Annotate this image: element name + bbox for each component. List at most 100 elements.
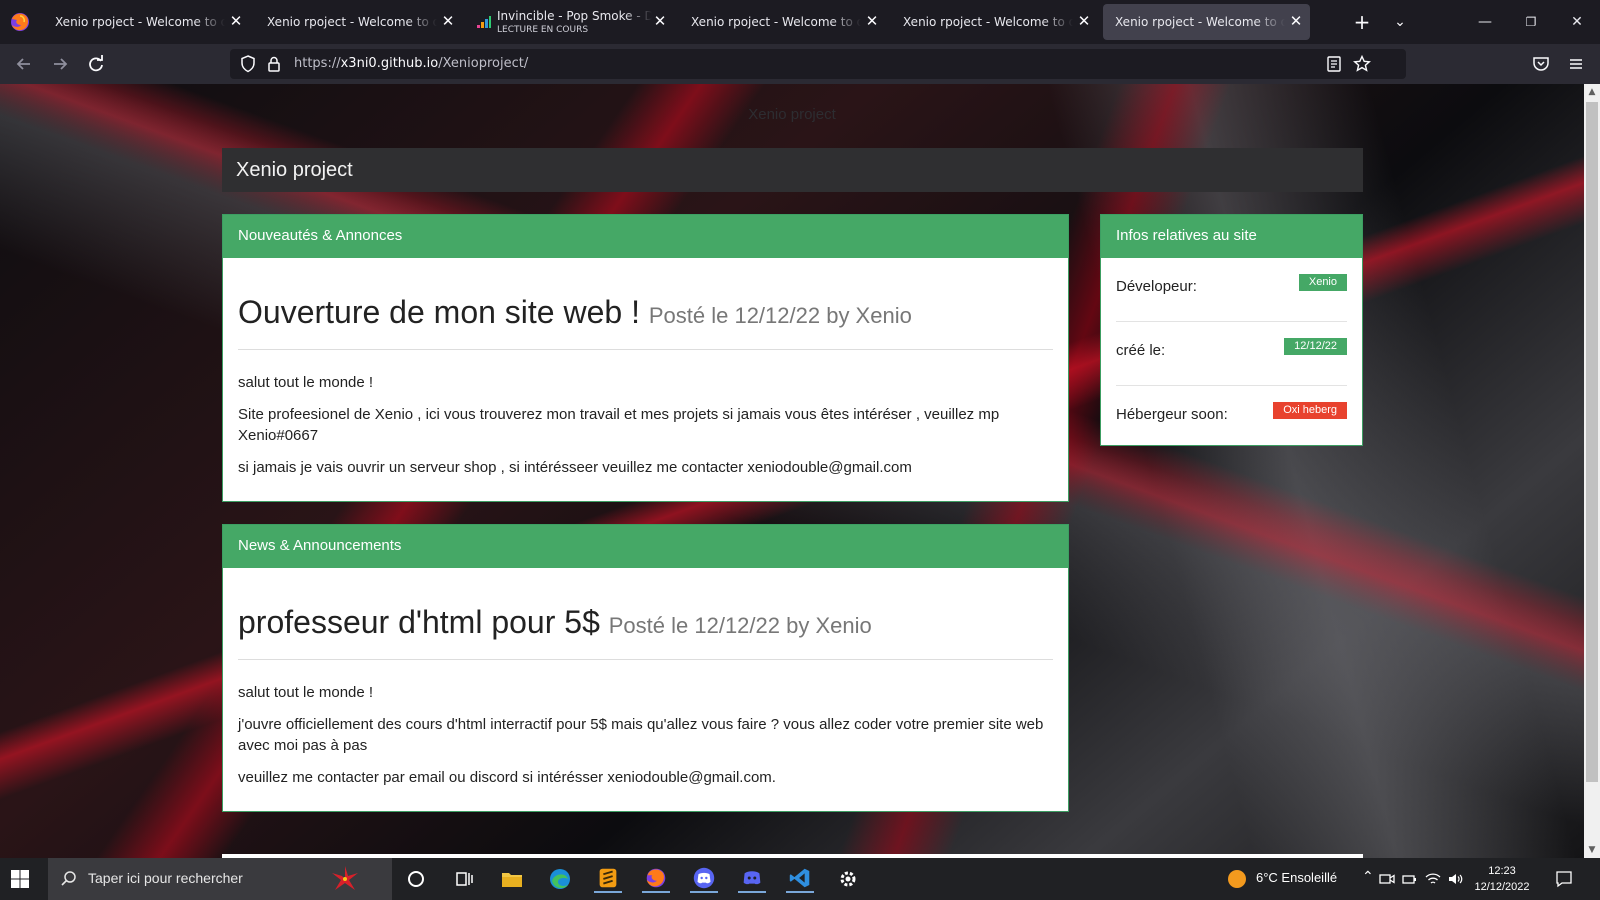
tab-xenio-3[interactable]: Xenio rpoject - Welcome to our site ✕ bbox=[679, 4, 886, 40]
post-paragraph: salut tout le monde ! bbox=[238, 374, 374, 391]
minimize-icon[interactable]: — bbox=[1462, 8, 1508, 36]
site-info-panel: Infos relatives au site Dévelopeur: Xeni… bbox=[1100, 214, 1363, 446]
post-paragraph: salut tout le monde ! bbox=[238, 684, 374, 701]
poinsettia-icon bbox=[332, 866, 358, 890]
info-label: Dévelopeur: bbox=[1116, 278, 1197, 295]
host-badge: Oxi heberg bbox=[1273, 402, 1347, 419]
search-icon bbox=[61, 871, 76, 886]
post-title: professeur d'html pour 5$ Posté le 12/12… bbox=[238, 604, 1053, 641]
background-site-title: Xenio project bbox=[748, 106, 836, 123]
close-icon[interactable]: ✕ bbox=[864, 13, 880, 29]
forward-icon[interactable] bbox=[46, 50, 74, 78]
close-icon[interactable]: ✕ bbox=[440, 13, 456, 29]
tab-title: Xenio rpoject - Welcome to our site bbox=[55, 15, 225, 29]
announcements-panel-en: News & Announcements professeur d'html p… bbox=[222, 524, 1069, 812]
lock-icon[interactable] bbox=[264, 54, 284, 74]
cortana-icon[interactable] bbox=[402, 865, 430, 893]
post-paragraph: Site profeesionel de Xenio , ici vous tr… bbox=[238, 406, 1000, 444]
panel-heading: News & Announcements bbox=[223, 525, 1068, 568]
panel-heading: Nouveautés & Annonces bbox=[223, 215, 1068, 258]
url-scheme: https:// bbox=[294, 56, 341, 71]
new-tab-icon[interactable]: + bbox=[1350, 10, 1374, 34]
firefox-taskbar-icon[interactable] bbox=[642, 865, 670, 893]
settings-gear-icon[interactable] bbox=[834, 865, 862, 893]
wifi-icon[interactable] bbox=[1424, 870, 1442, 888]
post-paragraph: j'ouvre officiellement des cours d'html … bbox=[238, 716, 1044, 754]
info-row-host: Hébergeur soon: Oxi heberg bbox=[1116, 386, 1347, 450]
tray-chevron-up-icon[interactable]: ⌃ bbox=[1362, 868, 1374, 885]
tab-audio-status: LECTURE EN COURS bbox=[497, 25, 589, 35]
restore-icon[interactable]: ❐ bbox=[1508, 8, 1554, 36]
announcements-panel-fr: Nouveautés & Annonces Ouverture de mon s… bbox=[222, 214, 1069, 502]
address-bar[interactable]: https://x3ni0.github.io/Xenioproject/ bbox=[230, 49, 1406, 79]
close-icon[interactable]: ✕ bbox=[1076, 13, 1092, 29]
info-row-developer: Dévelopeur: Xenio bbox=[1116, 258, 1347, 322]
taskbar-search-box[interactable]: Taper ici pour rechercher bbox=[48, 858, 392, 900]
deezer-icon bbox=[477, 16, 491, 28]
tracking-shield-icon[interactable] bbox=[238, 54, 258, 74]
bookmark-star-icon[interactable] bbox=[1352, 54, 1372, 74]
scrollbar-thumb[interactable] bbox=[1586, 102, 1598, 782]
developer-badge: Xenio bbox=[1298, 274, 1347, 291]
site-header: Xenio project bbox=[222, 148, 1363, 192]
file-explorer-icon[interactable] bbox=[498, 865, 526, 893]
firefox-icon[interactable] bbox=[8, 10, 32, 34]
tab-xenio-active[interactable]: Xenio rpoject - Welcome to our site ✕ bbox=[1103, 4, 1310, 40]
scroll-up-icon[interactable]: ▲ bbox=[1584, 84, 1600, 100]
reader-view-icon[interactable] bbox=[1324, 54, 1344, 74]
tab-title: Xenio rpoject - Welcome to our site bbox=[267, 15, 437, 29]
info-label: Hébergeur soon: bbox=[1116, 406, 1228, 423]
scroll-down-icon[interactable]: ▼ bbox=[1584, 842, 1600, 858]
page-viewport: Xenio project Xenio project Nouveautés &… bbox=[0, 84, 1584, 858]
panel-heading: Infos relatives au site bbox=[1101, 215, 1362, 258]
tab-title: Xenio rpoject - Welcome to our site bbox=[903, 15, 1073, 29]
tab-deezer[interactable]: Invincible - Pop Smoke - Deezer LECTURE … bbox=[467, 4, 674, 40]
url-path: /Xenioproject/ bbox=[438, 56, 529, 71]
close-icon[interactable]: ✕ bbox=[652, 13, 668, 29]
clock-time: 12:23 bbox=[1488, 865, 1516, 877]
back-icon[interactable] bbox=[10, 50, 38, 78]
discord-ptb-icon[interactable] bbox=[690, 865, 718, 893]
post-title: Ouverture de mon site web ! Posté le 12/… bbox=[238, 294, 1053, 331]
reload-icon[interactable] bbox=[82, 50, 110, 78]
url-host: x3ni0.github.io bbox=[340, 56, 439, 71]
post-divider bbox=[238, 349, 1053, 350]
post-divider bbox=[238, 659, 1053, 660]
window-close-icon[interactable]: ✕ bbox=[1554, 8, 1600, 36]
navigation-toolbar: https://x3ni0.github.io/Xenioproject/ bbox=[0, 44, 1600, 84]
close-icon[interactable]: ✕ bbox=[1288, 13, 1304, 29]
task-view-icon[interactable] bbox=[450, 865, 478, 893]
post-title-text: Ouverture de mon site web ! bbox=[238, 294, 640, 330]
tab-list-chevron-icon[interactable]: ⌄ bbox=[1388, 10, 1412, 34]
taskbar-clock[interactable]: 12:23 12/12/2022 bbox=[1462, 863, 1542, 895]
tab-title: Xenio rpoject - Welcome to our site bbox=[1115, 15, 1285, 29]
post-title-text: professeur d'html pour 5$ bbox=[238, 604, 600, 640]
site-title: Xenio project bbox=[236, 159, 353, 181]
post-meta: Posté le 12/12/22 by Xenio bbox=[648, 303, 912, 328]
tab-title: Xenio rpoject - Welcome to our site bbox=[691, 15, 861, 29]
post-paragraph: veuillez me contacter par email ou disco… bbox=[238, 769, 776, 786]
close-icon[interactable]: ✕ bbox=[228, 13, 244, 29]
battery-plug-icon[interactable] bbox=[1400, 870, 1418, 888]
page-scrollbar[interactable]: ▲ ▼ bbox=[1584, 84, 1600, 858]
created-date-badge: 12/12/22 bbox=[1284, 338, 1347, 355]
sublime-text-icon[interactable] bbox=[594, 865, 622, 893]
windows-start-icon[interactable] bbox=[10, 869, 30, 889]
tab-strip: Xenio rpoject - Welcome to our site ✕ Xe… bbox=[0, 0, 1600, 44]
notifications-icon[interactable] bbox=[1554, 869, 1574, 889]
url-text[interactable]: https://x3ni0.github.io/Xenioproject/ bbox=[294, 56, 528, 71]
weather-sun-icon[interactable] bbox=[1226, 868, 1248, 890]
info-row-created: créé le: 12/12/22 bbox=[1116, 322, 1347, 386]
discord-icon[interactable] bbox=[738, 865, 766, 893]
meet-camera-icon[interactable] bbox=[1378, 870, 1396, 888]
pocket-icon[interactable] bbox=[1531, 54, 1551, 74]
vscode-icon[interactable] bbox=[786, 865, 814, 893]
post-paragraph: si jamais je vais ouvrir un serveur shop… bbox=[238, 459, 912, 476]
weather-text[interactable]: 6°C Ensoleillé bbox=[1256, 870, 1337, 885]
menu-hamburger-icon[interactable] bbox=[1566, 54, 1586, 74]
tab-xenio-4[interactable]: Xenio rpoject - Welcome to our site ✕ bbox=[891, 4, 1098, 40]
info-label: créé le: bbox=[1116, 342, 1166, 359]
tab-xenio-2[interactable]: Xenio rpoject - Welcome to our site ✕ bbox=[255, 4, 462, 40]
tab-xenio-1[interactable]: Xenio rpoject - Welcome to our site ✕ bbox=[43, 4, 250, 40]
edge-icon[interactable] bbox=[546, 865, 574, 893]
